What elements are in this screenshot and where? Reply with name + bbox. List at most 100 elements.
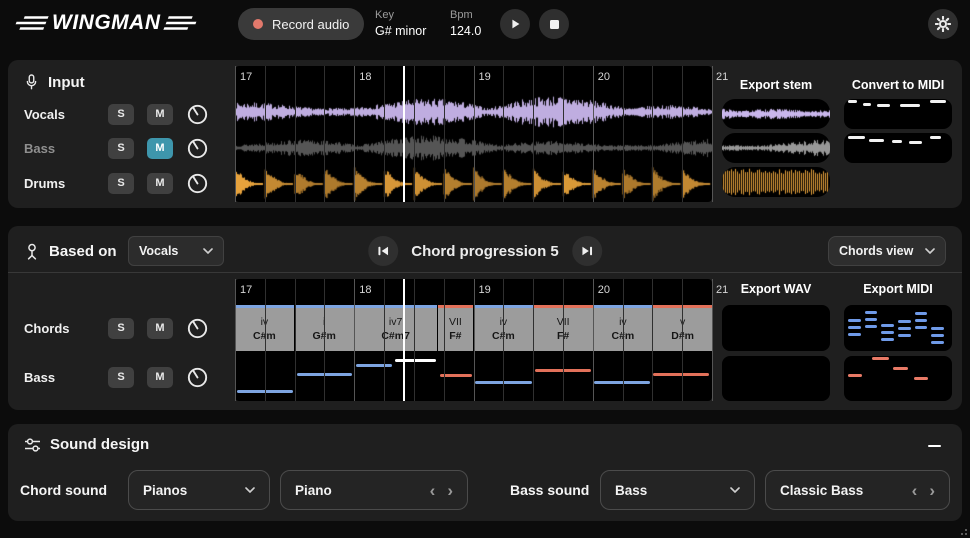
bass-note[interactable]	[395, 359, 436, 362]
track-name: Bass	[24, 141, 108, 156]
export-stem-vocals[interactable]	[722, 99, 830, 129]
track-name: Drums	[24, 176, 108, 191]
mute-button[interactable]: M	[147, 318, 173, 339]
timeline-bar-label: 17	[240, 71, 252, 83]
volume-knob[interactable]	[186, 103, 209, 126]
chord-numeral: VII	[449, 316, 462, 329]
export-stem-bass[interactable]	[722, 133, 830, 163]
top-bar: WINGMAN Record audio Key G# minor Bpm 12…	[0, 0, 970, 48]
track-row-vocals: Vocals S M	[24, 102, 209, 126]
record-audio-label: Record audio	[272, 17, 349, 32]
record-dot-icon	[253, 19, 263, 29]
timeline-bar-label: 17	[240, 284, 252, 296]
grid-line	[563, 66, 564, 202]
chord-cell[interactable]: iv7C#m7	[355, 305, 437, 351]
midi-note	[881, 338, 894, 341]
record-audio-button[interactable]: Record audio	[238, 8, 364, 40]
gear-icon	[935, 16, 951, 32]
grid-line	[384, 279, 385, 401]
midi-note	[915, 326, 928, 329]
volume-knob[interactable]	[186, 317, 209, 340]
volume-knob[interactable]	[186, 366, 209, 389]
previous-preset-icon[interactable]: ‹	[430, 482, 436, 499]
chord-sound-label: Chord sound	[20, 470, 107, 510]
previous-progression-button[interactable]	[368, 236, 398, 266]
grid-line	[414, 279, 415, 401]
resize-grip[interactable]	[959, 527, 967, 535]
settings-button[interactable]	[928, 9, 958, 39]
next-preset-icon[interactable]: ›	[447, 482, 453, 499]
grid-line	[593, 279, 594, 401]
bass-category-value: Bass	[615, 483, 647, 498]
bpm-label: Bpm	[450, 8, 481, 23]
chevron-down-icon	[925, 248, 935, 254]
next-preset-icon[interactable]: ›	[929, 482, 935, 499]
grid-line	[682, 279, 683, 401]
based-on-source-select[interactable]: Vocals	[128, 236, 224, 266]
chord-preset-stepper[interactable]: Piano ‹ ›	[280, 470, 468, 510]
export-wav-chords[interactable]	[722, 305, 830, 351]
midi-note	[863, 103, 871, 106]
midi-note	[915, 312, 928, 315]
key-value: G# minor	[375, 23, 426, 41]
volume-knob[interactable]	[186, 172, 209, 195]
solo-button[interactable]: S	[108, 173, 134, 194]
export-midi-bass[interactable]	[844, 356, 952, 401]
bass-note[interactable]	[653, 373, 709, 376]
export-midi-chords[interactable]	[844, 305, 952, 351]
bass-note[interactable]	[440, 374, 471, 377]
grid-line	[503, 279, 504, 401]
grid-line	[533, 66, 534, 202]
collapse-section-button[interactable]	[924, 438, 944, 454]
mute-button[interactable]: M	[147, 138, 173, 159]
convert-midi-bass[interactable]	[844, 133, 952, 163]
play-icon	[509, 18, 521, 30]
timeline-bar-label: 19	[479, 284, 491, 296]
based-on-section: Based on Vocals Chord progression 5 Chor…	[8, 226, 962, 410]
grid-line	[712, 279, 713, 401]
bass-preset-stepper[interactable]: Classic Bass ‹ ›	[765, 470, 950, 510]
play-button[interactable]	[500, 9, 530, 39]
sound-design-section: Sound design Chord sound Pianos Piano ‹ …	[8, 424, 962, 521]
timeline-bar-label: 18	[359, 71, 371, 83]
track-row-chords: Chords S M	[24, 316, 209, 340]
grid-line	[295, 279, 296, 401]
stop-button[interactable]	[539, 9, 569, 39]
next-progression-button[interactable]	[572, 236, 602, 266]
track-row-bass: Bass S M	[24, 365, 209, 389]
mute-button[interactable]: M	[147, 173, 173, 194]
previous-preset-icon[interactable]: ‹	[912, 482, 918, 499]
logo-lines-right-icon	[163, 15, 199, 31]
volume-knob[interactable]	[186, 137, 209, 160]
chord-category-select[interactable]: Pianos	[128, 470, 270, 510]
mute-button[interactable]: M	[147, 104, 173, 125]
export-wav-header: Export WAV	[722, 282, 830, 296]
chords-view-select[interactable]: Chords view	[828, 236, 946, 266]
waveform-area[interactable]: 1718192021	[235, 66, 712, 202]
progression-area[interactable]: ivC#miG#miv7C#m7VIIF#ivC#mVIIF#ivC#mvD#m…	[235, 279, 712, 401]
chord-name: C#m7	[381, 330, 410, 343]
export-wav-bass[interactable]	[722, 356, 830, 401]
grid-line	[444, 279, 445, 401]
key-display: Key G# minor	[375, 8, 426, 41]
playhead[interactable]	[403, 279, 405, 401]
vocals-stem-thumbnail	[722, 99, 830, 129]
convert-midi-vocals[interactable]	[844, 99, 952, 129]
solo-button[interactable]: S	[108, 367, 134, 388]
input-section: Input Vocals S M Bass S M Drums S M	[8, 60, 962, 208]
midi-note	[900, 104, 920, 107]
solo-button[interactable]: S	[108, 104, 134, 125]
midi-note	[898, 334, 911, 337]
grid-line	[414, 66, 415, 202]
bass-category-select[interactable]: Bass	[600, 470, 755, 510]
mute-button[interactable]: M	[147, 367, 173, 388]
solo-button[interactable]: S	[108, 318, 134, 339]
grid-line	[474, 279, 475, 401]
midi-note	[848, 319, 861, 322]
chords-view-value: Chords view	[839, 244, 913, 258]
export-stem-drums[interactable]	[722, 167, 830, 197]
solo-button[interactable]: S	[108, 138, 134, 159]
playhead[interactable]	[403, 66, 405, 202]
key-label: Key	[375, 8, 426, 23]
bass-note[interactable]	[356, 364, 392, 367]
